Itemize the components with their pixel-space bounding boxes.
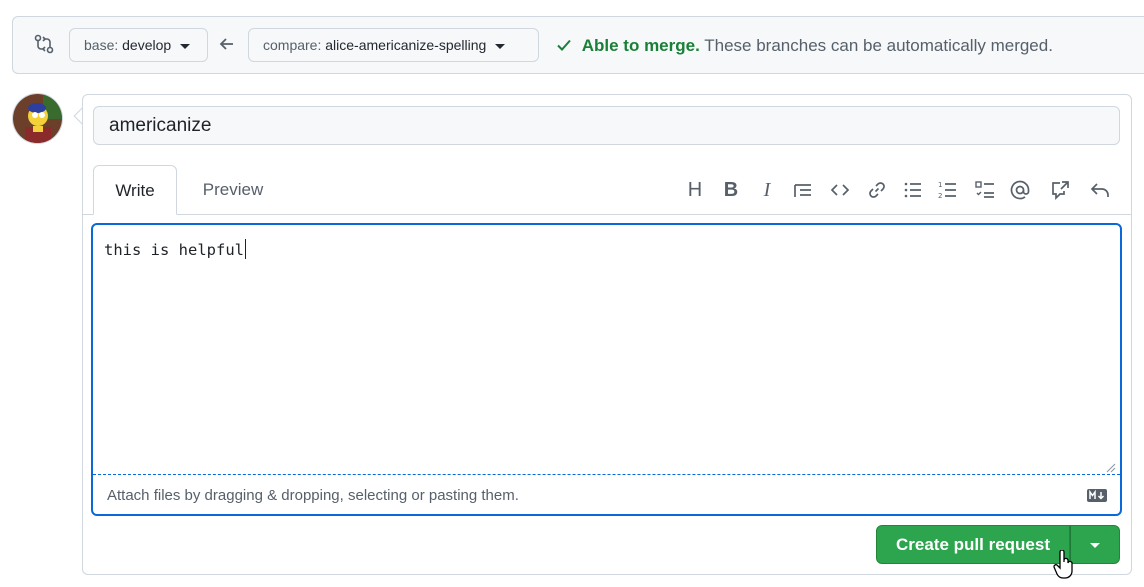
reply-icon[interactable] <box>1089 179 1111 201</box>
chevron-down-icon <box>180 43 191 49</box>
bold-icon[interactable]: B <box>720 179 742 201</box>
compare-branch-button[interactable]: compare: alice-americanize-spelling <box>248 28 539 62</box>
body-text: this is helpful <box>104 241 244 259</box>
merge-ok-text: Able to merge. <box>581 36 700 55</box>
quote-icon[interactable] <box>792 179 814 201</box>
code-icon[interactable] <box>829 179 851 201</box>
check-icon <box>557 39 571 51</box>
attach-files-text: Attach files by dragging & dropping, sel… <box>107 487 519 504</box>
base-branch-name: develop <box>122 37 172 53</box>
arrow-left-icon <box>219 38 233 50</box>
compare-bar: base: develop compare: alice-americanize… <box>12 16 1144 74</box>
svg-text:1: 1 <box>938 181 942 189</box>
git-compare-icon <box>34 34 54 54</box>
title-input[interactable] <box>93 106 1120 145</box>
compare-prefix: compare: <box>263 37 322 53</box>
chevron-down-icon <box>1090 543 1100 548</box>
cross-reference-icon[interactable] <box>1049 179 1071 201</box>
svg-text:2: 2 <box>938 192 942 200</box>
task-list-icon[interactable] <box>974 179 996 201</box>
bullet-list-icon[interactable] <box>902 179 924 201</box>
base-branch-button[interactable]: base: develop <box>69 28 208 62</box>
text-cursor <box>244 239 246 259</box>
tab-preview[interactable]: Preview <box>190 165 276 215</box>
italic-icon[interactable]: I <box>756 179 778 201</box>
compare-branch-name: alice-americanize-spelling <box>325 37 487 53</box>
link-icon[interactable] <box>866 179 888 201</box>
merge-status: Able to merge. These branches can be aut… <box>555 36 1053 56</box>
tab-write[interactable]: Write <box>93 165 177 215</box>
create-options-dropdown[interactable] <box>1070 525 1120 564</box>
attach-files-bar[interactable]: Attach files by dragging & dropping, sel… <box>93 474 1120 514</box>
hand-pointer-icon <box>1053 550 1073 579</box>
mention-icon[interactable] <box>1009 179 1031 201</box>
numbered-list-icon[interactable]: 12 <box>937 179 959 201</box>
create-pull-request-button[interactable]: Create pull request <box>876 525 1070 564</box>
resize-grip-icon[interactable] <box>1106 463 1116 473</box>
body-editor[interactable]: this is helpful Attach files by dragging… <box>91 223 1122 516</box>
heading-icon[interactable]: H <box>684 179 706 201</box>
markdown-icon[interactable] <box>1087 489 1107 502</box>
body-textarea[interactable]: this is helpful <box>104 239 246 259</box>
merge-description: These branches can be automatically merg… <box>704 36 1053 55</box>
avatar[interactable] <box>12 93 63 144</box>
chevron-down-icon <box>495 43 506 49</box>
base-prefix: base: <box>84 37 119 53</box>
